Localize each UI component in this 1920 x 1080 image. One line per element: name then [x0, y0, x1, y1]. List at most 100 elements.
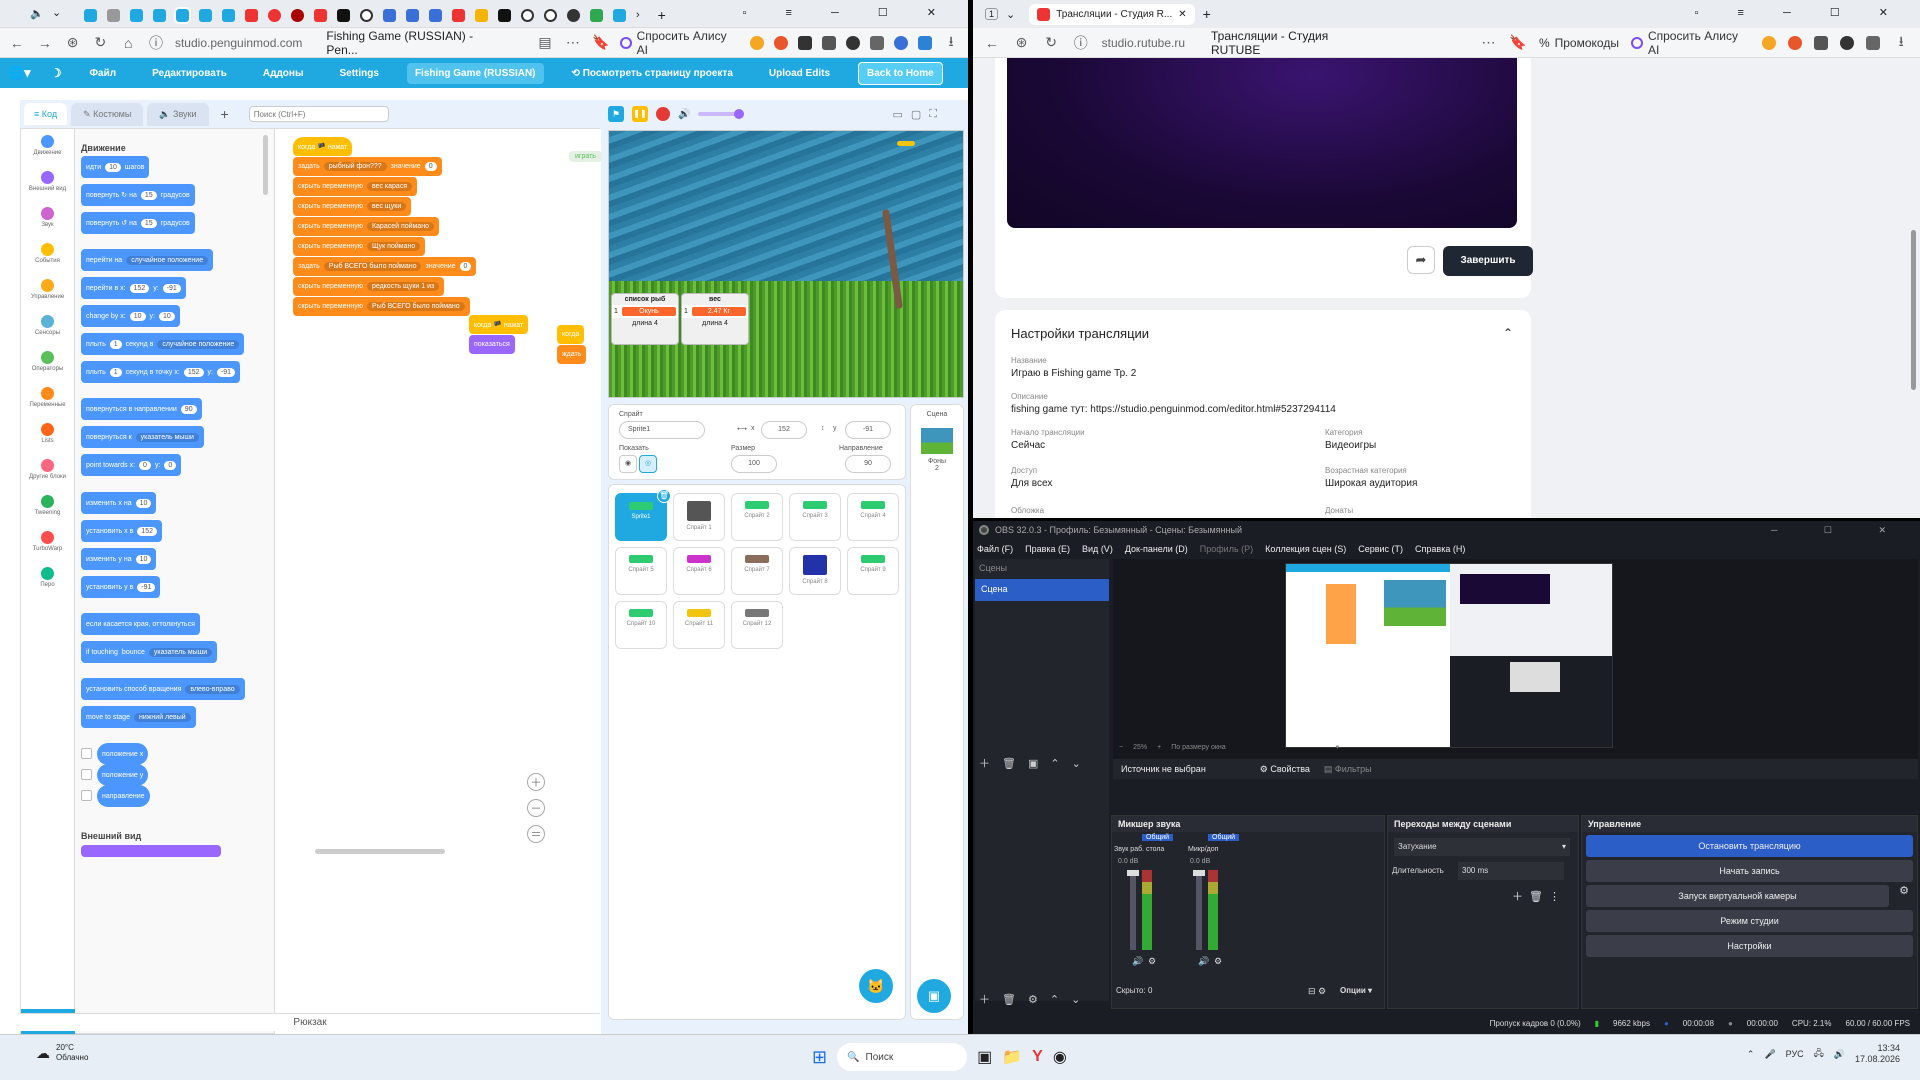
script-block[interactable]: скрыть переменную Карасей поймано [293, 217, 440, 236]
palette-block[interactable]: изменить х на 10 [81, 492, 157, 514]
category-item[interactable]: TurboWarp [21, 531, 74, 561]
extension-icon[interactable] [894, 35, 909, 50]
category-item[interactable]: Другие блоки [21, 459, 74, 489]
palette-block[interactable]: point towards x: 0 y: 0 [81, 454, 182, 476]
palette-block[interactable]: повернуться в направлении 90 [81, 398, 202, 420]
zoom-reset-icon[interactable]: ＝ [527, 825, 545, 843]
site-info-icon[interactable]: ⓘ [147, 33, 165, 53]
tab-scroll-right-icon[interactable]: › [636, 9, 640, 21]
block-input[interactable]: 10 [158, 311, 175, 321]
protect-icon[interactable]: ⊛ [1013, 34, 1031, 51]
back-icon[interactable]: ← [8, 35, 26, 51]
block-dropdown[interactable]: случайное положение [157, 339, 240, 349]
hat-block[interactable]: когда 🏴 нажат [469, 315, 529, 334]
upload-edits-button[interactable]: Upload Edits [761, 63, 838, 84]
volume-icon[interactable]: 🔊 [678, 109, 690, 120]
globe-icon[interactable]: 🌐▾ [8, 65, 31, 81]
tab-icon[interactable] [222, 8, 235, 22]
palette-scrollbar[interactable] [263, 135, 268, 195]
url-text[interactable]: studio.rutube.ru [1102, 36, 1185, 50]
extension-icon[interactable] [750, 35, 765, 50]
sprite-tile[interactable]: Спрайт 9 [847, 547, 899, 595]
tab-icon[interactable] [84, 8, 97, 22]
block-input[interactable]: 90 [180, 404, 197, 414]
forward-icon[interactable]: → [36, 35, 54, 51]
stream-preview-video[interactable] [1007, 58, 1517, 228]
script-block[interactable]: скрыть переменную Рыб ВСЕГО было поймано [293, 297, 470, 316]
obs-menu-item[interactable]: Правка (E) [1025, 544, 1070, 554]
extension-icon[interactable] [798, 35, 813, 50]
menu-addons[interactable]: Аддоны [255, 63, 312, 84]
palette-block[interactable]: перейти на случайное положение [81, 249, 214, 271]
volume-fader[interactable] [1127, 870, 1139, 950]
block-input[interactable]: 10 [129, 311, 146, 321]
category-item[interactable]: Сенсоры [21, 315, 74, 345]
file-explorer-icon[interactable]: 📁 [1002, 1047, 1022, 1067]
protect-icon[interactable]: ⊛ [64, 34, 82, 51]
properties-button[interactable]: ⚙ Свойства [1260, 764, 1310, 775]
virtual-camera-button[interactable]: Запуск виртуальной камеры [1586, 885, 1889, 907]
sprite-tile[interactable]: Спрайт 5 [615, 547, 667, 595]
script-block[interactable]: скрыть переменную вес щуки [293, 197, 412, 216]
block-dropdown[interactable]: редкость щуки 1 из [366, 282, 440, 291]
tab-icon[interactable] [429, 8, 442, 22]
tab-icon[interactable] [107, 8, 120, 22]
obs-menu-item[interactable]: Справка (H) [1415, 544, 1465, 554]
palette-block[interactable]: move to stage нижний левый [81, 706, 196, 728]
palette-block[interactable]: плыть 1 секунд в точку x: 152 y: -91 [81, 361, 241, 383]
obs-menu-item[interactable]: Коллекция сцен (S) [1265, 544, 1346, 554]
script-block[interactable]: показаться [469, 335, 515, 354]
source-up-icon[interactable]: ⌃ [1050, 993, 1059, 1006]
add-tab-button[interactable]: + [213, 102, 237, 126]
block-dropdown[interactable]: вес карася [366, 182, 413, 191]
virtual-camera-settings-icon[interactable]: ⚙ [1899, 884, 1909, 897]
sprite-tile[interactable]: Спрайт 1 [673, 493, 725, 541]
obs-preview-canvas[interactable] [1285, 563, 1613, 748]
fit-dropdown-icon[interactable]: ▾ [1336, 743, 1340, 751]
extension-icon[interactable] [1814, 35, 1829, 50]
ask-alice-button[interactable]: Спросить Алису AI [619, 29, 741, 57]
remove-transition-icon[interactable]: 🗑 [1529, 891, 1549, 903]
palette-block[interactable]: положение у [97, 764, 149, 786]
page-scrollbar[interactable] [1911, 230, 1916, 390]
extension-icon[interactable] [822, 35, 837, 50]
script-block[interactable]: скрыть переменную редкость щуки 1 из [293, 277, 445, 296]
hide-sprite-icon[interactable]: ◉ [619, 455, 637, 473]
add-backdrop-button[interactable]: ▣ [917, 979, 951, 1013]
tab-icon[interactable] [199, 8, 212, 22]
tab-icon[interactable] [475, 8, 488, 22]
category-item[interactable]: Перо [21, 567, 74, 597]
tab-icon[interactable] [452, 8, 465, 22]
zoom-in-icon[interactable]: ＋ [527, 773, 545, 791]
list-item[interactable]: Окунь [621, 307, 676, 316]
start-icon[interactable]: ⊞ [812, 1047, 827, 1068]
network-icon[interactable]: 🖧 [1814, 1046, 1824, 1062]
show-sprite-icon[interactable]: ◎ [639, 455, 657, 473]
tab-icon[interactable] [268, 8, 281, 22]
script-block[interactable]: скрыть переменную Щук поймано [293, 237, 426, 256]
sprite-tile[interactable]: Спрайт 4 [847, 493, 899, 541]
sprite-tile[interactable]: Спрайт 6 [673, 547, 725, 595]
block-input[interactable]: 0 [424, 162, 437, 171]
small-stage-icon[interactable]: ▭ [892, 108, 902, 121]
y-position-input[interactable]: -91 [845, 421, 891, 439]
reporter-checkbox[interactable] [81, 790, 92, 801]
fader-knob[interactable] [1127, 870, 1139, 876]
obs-menu-item[interactable]: Сервис (T) [1358, 544, 1403, 554]
sprite-tile[interactable]: Спрайт 11 [673, 601, 725, 649]
block-input[interactable]: 152 [137, 526, 157, 536]
channel-settings-icon[interactable]: ⚙ [1148, 956, 1156, 967]
project-page-button[interactable]: ⟲ Посмотреть страницу проекта [564, 63, 741, 84]
options-button[interactable]: Опции ▾ [1340, 986, 1372, 995]
more-icon[interactable]: ⋯ [564, 34, 582, 51]
obs-menu-item[interactable]: Док-панели (D) [1125, 544, 1188, 554]
stage-canvas[interactable]: список рыб 1 Окунь длина 4 вес 1 2.47 Кг… [608, 130, 964, 398]
download-icon[interactable]: ⭳ [942, 31, 960, 55]
block-input[interactable]: 15 [140, 218, 157, 228]
reporter-checkbox[interactable] [81, 748, 92, 759]
block-input[interactable]: 15 [140, 190, 157, 200]
scene-down-icon[interactable]: ⌄ [1072, 757, 1081, 770]
backpack-bar[interactable]: Рюкзак [20, 1013, 600, 1031]
finish-stream-button[interactable]: Завершить [1443, 246, 1533, 276]
tray-chevron-icon[interactable]: ⌃ [1747, 1049, 1755, 1060]
